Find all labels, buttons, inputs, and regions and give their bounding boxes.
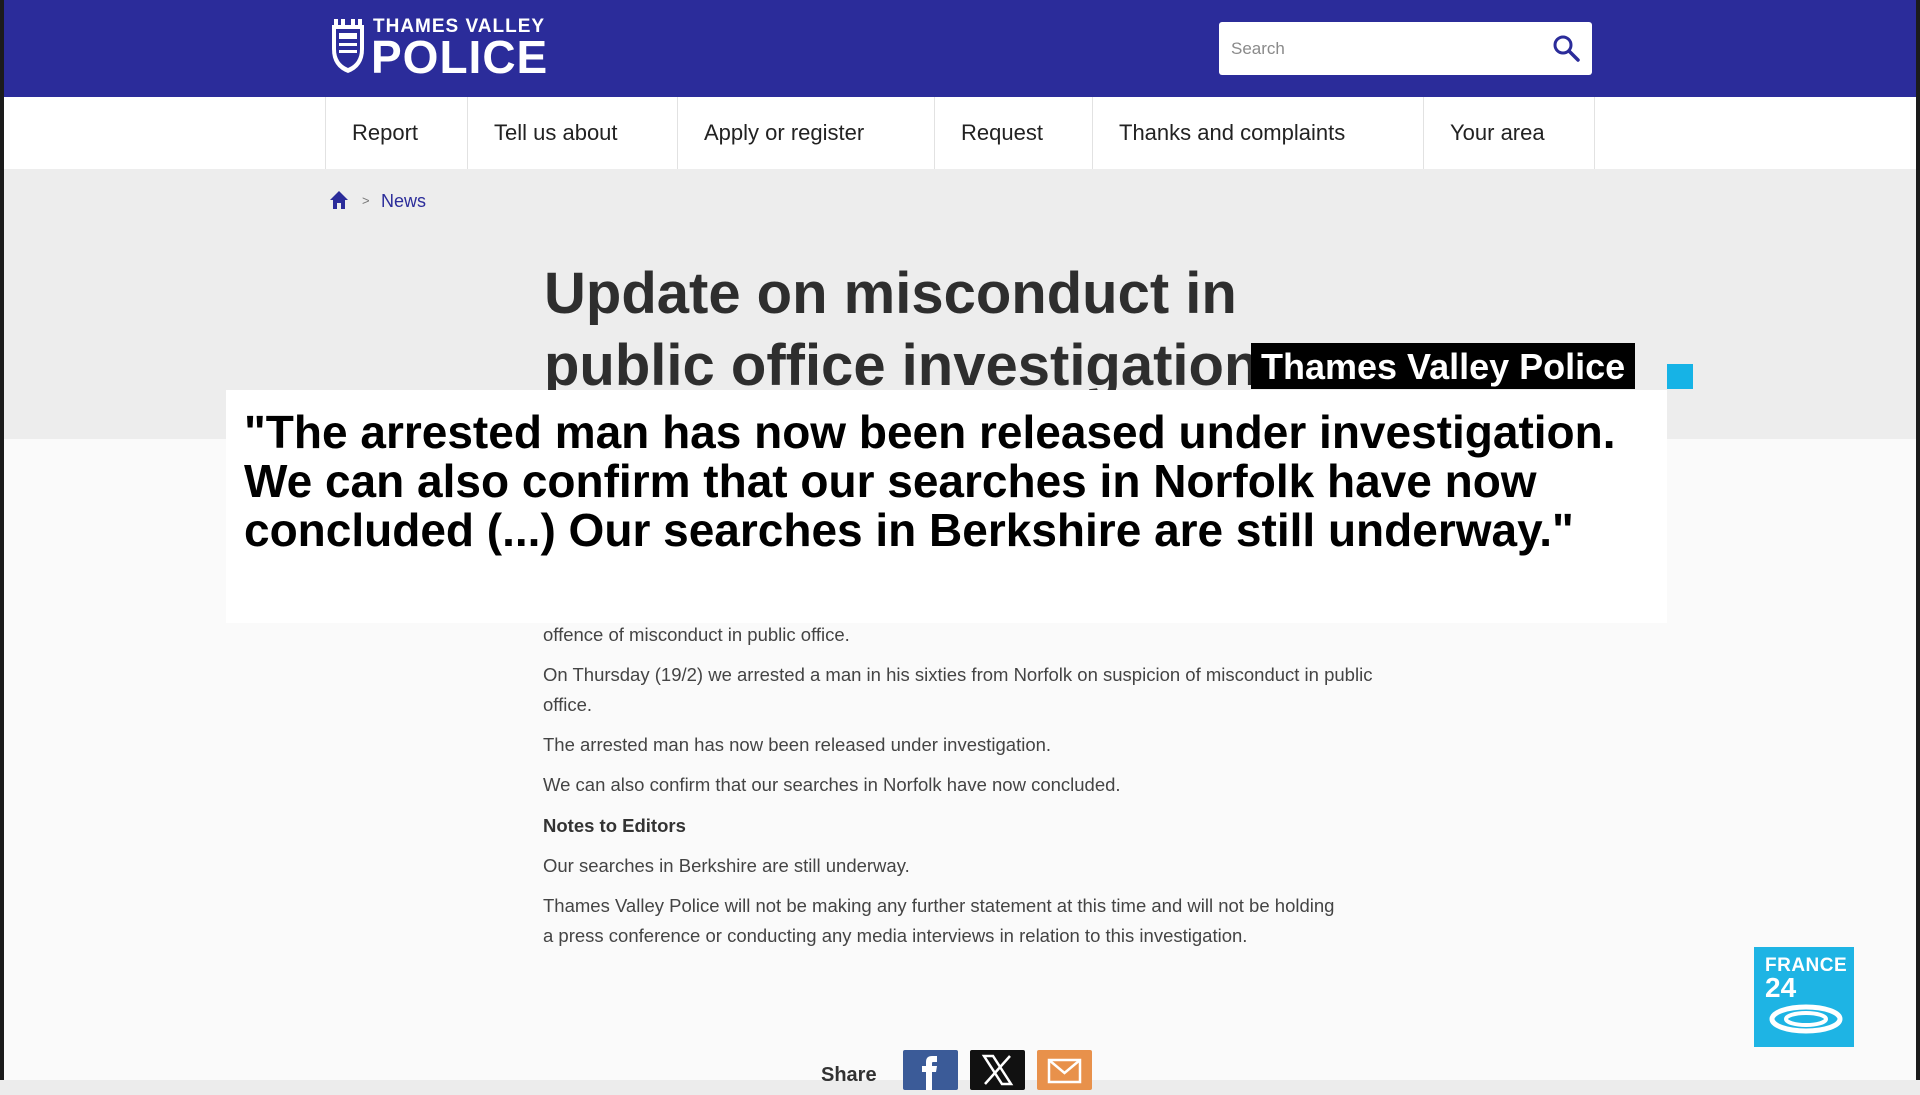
- nav-request[interactable]: Request: [934, 97, 1092, 169]
- source-tag-accent: [1667, 364, 1693, 389]
- frame-edge-right: [1916, 0, 1920, 1080]
- search-input[interactable]: [1229, 30, 1533, 68]
- breadcrumb-news-link[interactable]: News: [381, 191, 426, 212]
- search-box: [1219, 22, 1592, 75]
- site-header: THAMES VALLEY POLICE: [0, 0, 1920, 97]
- article-paragraph: Our searches in Berkshire are still unde…: [543, 855, 910, 876]
- article-paragraph: offence of misconduct in public office.: [543, 624, 850, 645]
- article-paragraph: We can also confirm that our searches in…: [543, 774, 1121, 795]
- nav-report[interactable]: Report: [325, 97, 467, 169]
- share-x-button[interactable]: [970, 1050, 1025, 1090]
- breadcrumb-separator: >: [362, 193, 370, 208]
- nav-tell-us-about[interactable]: Tell us about: [467, 97, 677, 169]
- article-paragraph: The arrested man has now been released u…: [543, 734, 1052, 755]
- article-paragraph: Thames Valley Police will not be making …: [543, 895, 1335, 946]
- nav-divider: [1594, 97, 1595, 169]
- home-icon[interactable]: [329, 190, 349, 210]
- logo-line-police: POLICE: [371, 31, 549, 83]
- france24-logo: FRANCE 24: [1754, 947, 1854, 1047]
- france24-line2: 24: [1765, 972, 1797, 1003]
- nav-apply-or-register[interactable]: Apply or register: [677, 97, 934, 169]
- site-logo[interactable]: THAMES VALLEY POLICE: [329, 16, 559, 82]
- nav-your-area[interactable]: Your area: [1423, 97, 1594, 169]
- main-nav: Report Tell us about Apply or register R…: [0, 97, 1920, 169]
- facebook-icon: [922, 1056, 937, 1090]
- crest-logo-icon: [332, 19, 364, 73]
- nav-thanks-and-complaints[interactable]: Thanks and complaints: [1092, 97, 1423, 169]
- x-icon: [981, 1054, 1014, 1086]
- search-icon[interactable]: [1552, 34, 1580, 62]
- share-label: Share: [821, 1064, 877, 1086]
- source-tag: Thames Valley Police: [1251, 343, 1636, 389]
- notes-to-editors-heading: Notes to Editors: [543, 815, 686, 836]
- article-paragraph: On Thursday (19/2) we arrested a man in …: [543, 664, 1373, 715]
- frame-edge-left: [0, 0, 4, 1080]
- page-title: Update on misconduct in public office in…: [544, 261, 1260, 398]
- quote-text: "The arrested man has now been released …: [244, 406, 1616, 556]
- share-email-button[interactable]: [1037, 1050, 1092, 1090]
- email-icon: [1047, 1058, 1082, 1084]
- quote-overlay: "The arrested man has now been released …: [226, 390, 1667, 623]
- share-facebook-button[interactable]: [903, 1050, 958, 1090]
